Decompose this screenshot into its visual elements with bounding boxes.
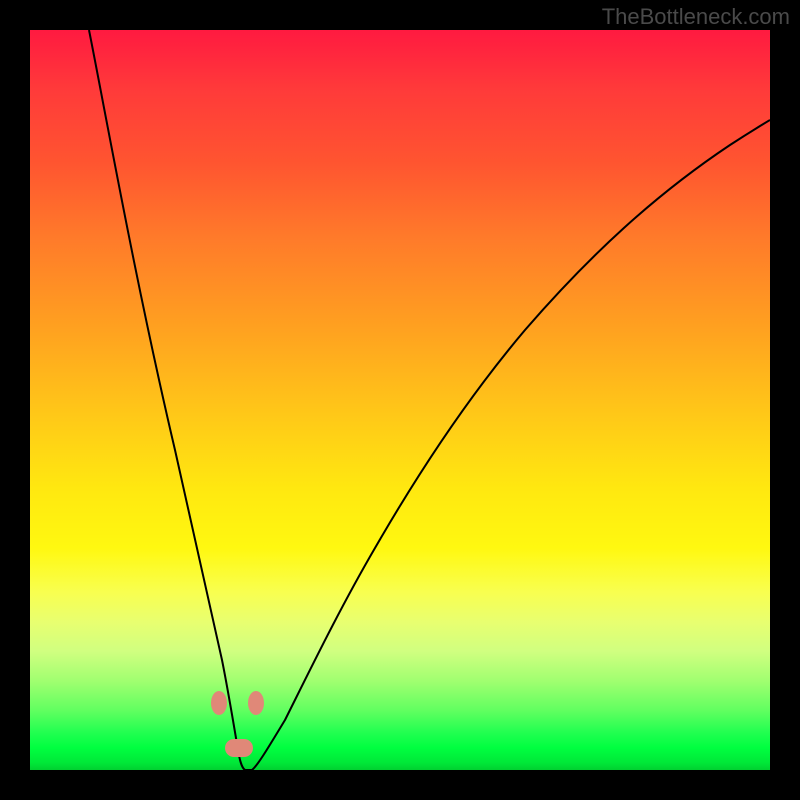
- marker-bottom: [225, 739, 253, 757]
- watermark-text: TheBottleneck.com: [602, 4, 790, 30]
- marker-left: [211, 691, 227, 715]
- curve-svg: [30, 30, 770, 770]
- bottleneck-curve: [89, 30, 770, 770]
- marker-right: [248, 691, 264, 715]
- plot-area: [30, 30, 770, 770]
